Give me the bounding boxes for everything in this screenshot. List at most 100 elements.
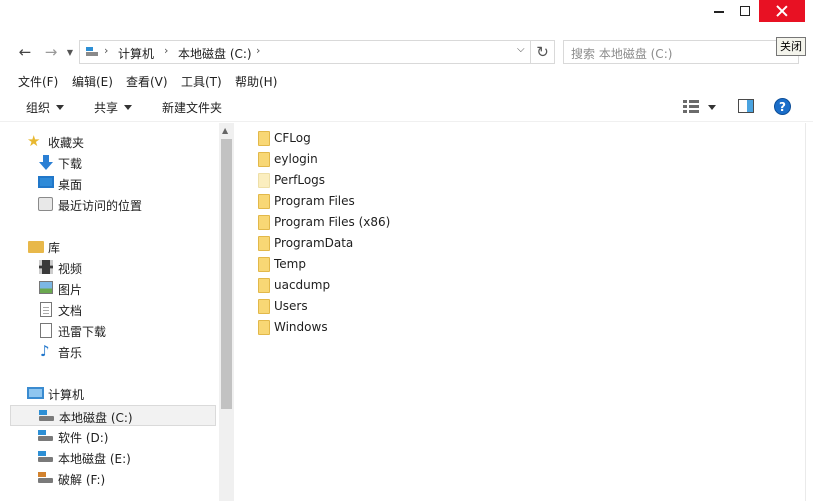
drive-icon xyxy=(39,410,54,422)
file-name: Program Files (x86) xyxy=(274,215,391,229)
view-options-chevron-icon[interactable] xyxy=(708,105,716,110)
sidebar-item-music[interactable]: ♪ 音乐 xyxy=(10,341,216,362)
menu-view[interactable]: 查看(V) xyxy=(126,73,168,90)
back-button[interactable]: ← xyxy=(14,42,36,62)
folder-icon xyxy=(258,320,270,335)
sidebar-item-drive-c[interactable]: 本地磁盘 (C:) xyxy=(10,405,216,426)
video-icon xyxy=(39,260,53,274)
address-bar[interactable]: › 计算机 › 本地磁盘 (C:) › ⌵ xyxy=(79,40,531,64)
drive-icon xyxy=(38,472,53,484)
file-item-perflogs[interactable]: PerfLogs xyxy=(256,170,456,191)
folder-icon xyxy=(258,215,270,230)
close-button[interactable] xyxy=(759,0,805,22)
chevron-down-icon xyxy=(56,105,65,110)
command-bar: 组织 共享 新建文件夹 ? xyxy=(0,92,813,122)
preview-pane-icon[interactable] xyxy=(738,99,754,113)
sidebar-item-drive-d[interactable]: 软件 (D:) xyxy=(10,426,216,447)
file-item-programdata[interactable]: ProgramData xyxy=(256,233,456,254)
drive-icon xyxy=(38,430,53,442)
share-label: 共享 xyxy=(94,101,119,115)
organize-label: 组织 xyxy=(26,101,51,115)
sidebar-item-thunder-downloads[interactable]: 迅雷下载 xyxy=(10,320,216,341)
sidebar-item-drive-f[interactable]: 破解 (F:) xyxy=(10,468,216,489)
folder-icon xyxy=(258,278,270,293)
sidebar-item-pictures[interactable]: 图片 xyxy=(10,278,216,299)
file-item-temp[interactable]: Temp xyxy=(256,254,456,275)
sidebar-group-libraries[interactable]: 库 xyxy=(10,236,216,257)
file-name: PerfLogs xyxy=(274,173,326,187)
recent-locations-button[interactable]: ▼ xyxy=(64,42,76,62)
menu-help[interactable]: 帮助(H) xyxy=(235,73,277,90)
minimize-icon xyxy=(714,11,724,13)
file-item-eylogin[interactable]: eylogin xyxy=(256,149,456,170)
drive-icon xyxy=(38,451,53,463)
computer-icon xyxy=(27,387,44,399)
refresh-button[interactable]: ↻ xyxy=(531,40,555,64)
file-item-program-files-x86[interactable]: Program Files (x86) xyxy=(256,212,456,233)
new-folder-button[interactable]: 新建文件夹 xyxy=(162,99,222,116)
file-item-uacdump[interactable]: uacdump xyxy=(256,275,456,296)
refresh-icon: ↻ xyxy=(536,43,549,61)
maximize-icon xyxy=(740,6,750,16)
chevron-down-icon xyxy=(124,105,133,110)
file-name: Users xyxy=(274,299,308,313)
window-border xyxy=(805,123,813,501)
folder-icon xyxy=(258,152,270,167)
breadcrumb-separator-icon[interactable]: › xyxy=(104,44,108,57)
change-view-icon[interactable] xyxy=(683,100,699,114)
music-note-icon: ♪ xyxy=(40,342,50,360)
file-name: Windows xyxy=(274,320,328,334)
sidebar-group-label: 收藏夹 xyxy=(48,136,85,150)
library-folder-icon xyxy=(28,241,44,253)
sidebar-item-desktop[interactable]: 桌面 xyxy=(10,173,216,194)
folder-icon xyxy=(258,257,270,272)
help-icon[interactable]: ? xyxy=(774,98,791,115)
sidebar-item-drive-e[interactable]: 本地磁盘 (E:) xyxy=(10,447,216,468)
menu-bar: 文件(F) 编辑(E) 查看(V) 工具(T) 帮助(H) xyxy=(0,70,813,92)
menu-file[interactable]: 文件(F) xyxy=(18,73,58,90)
sidebar-group-computer[interactable]: 计算机 xyxy=(10,383,216,404)
search-placeholder: 搜索 本地磁盘 (C:) xyxy=(571,47,673,61)
sidebar-group-favorites[interactable]: ★ 收藏夹 xyxy=(10,131,216,152)
sidebar-item-label: 视频 xyxy=(58,262,83,276)
folder-icon xyxy=(258,194,270,209)
close-icon xyxy=(776,5,788,17)
menu-tools[interactable]: 工具(T) xyxy=(181,73,222,90)
title-bar xyxy=(0,0,813,30)
breadcrumb-drive-c[interactable]: 本地磁盘 (C:) xyxy=(178,45,252,62)
sidebar-item-label: 破解 (F:) xyxy=(58,473,106,487)
file-name: Program Files xyxy=(274,194,355,208)
share-button[interactable]: 共享 xyxy=(94,99,133,116)
sidebar-item-label: 软件 (D:) xyxy=(58,431,109,445)
scroll-up-icon[interactable]: ▲ xyxy=(222,126,228,135)
folder-icon xyxy=(258,173,270,188)
sidebar-item-documents[interactable]: 文档 xyxy=(10,299,216,320)
arrow-right-icon: → xyxy=(44,43,58,61)
breadcrumb-separator-icon[interactable]: › xyxy=(164,44,168,57)
address-dropdown-icon[interactable]: ⌵ xyxy=(517,44,525,55)
sidebar-item-label: 下载 xyxy=(58,157,83,171)
menu-edit[interactable]: 编辑(E) xyxy=(72,73,113,90)
navigation-bar: ← → ▼ › 计算机 › 本地磁盘 (C:) › ⌵ ↻ 搜索 本地磁盘 (C… xyxy=(0,38,813,66)
file-item-program-files[interactable]: Program Files xyxy=(256,191,456,212)
sidebar-item-label: 最近访问的位置 xyxy=(58,199,143,213)
download-arrow-icon xyxy=(39,155,53,170)
chevron-down-icon: ▼ xyxy=(66,47,74,57)
file-item-cflog[interactable]: CFLog xyxy=(256,128,456,149)
sidebar-item-label: 本地磁盘 (E:) xyxy=(58,452,131,466)
maximize-button[interactable] xyxy=(730,0,760,22)
desktop-icon xyxy=(38,176,54,188)
breadcrumb-computer[interactable]: 计算机 xyxy=(118,45,154,62)
sidebar-scrollbar-thumb[interactable] xyxy=(221,139,232,409)
sidebar-item-videos[interactable]: 视频 xyxy=(10,257,216,278)
picture-icon xyxy=(39,281,53,294)
breadcrumb-separator-icon[interactable]: › xyxy=(256,44,260,57)
sidebar-item-downloads[interactable]: 下载 xyxy=(10,152,216,173)
sidebar-item-recent-places[interactable]: 最近访问的位置 xyxy=(10,194,216,215)
organize-button[interactable]: 组织 xyxy=(26,99,65,116)
thunder-download-icon xyxy=(40,323,52,338)
forward-button[interactable]: → xyxy=(40,42,62,62)
file-item-windows[interactable]: Windows xyxy=(256,317,456,338)
search-input[interactable]: 搜索 本地磁盘 (C:) xyxy=(563,40,799,64)
file-item-users[interactable]: Users xyxy=(256,296,456,317)
